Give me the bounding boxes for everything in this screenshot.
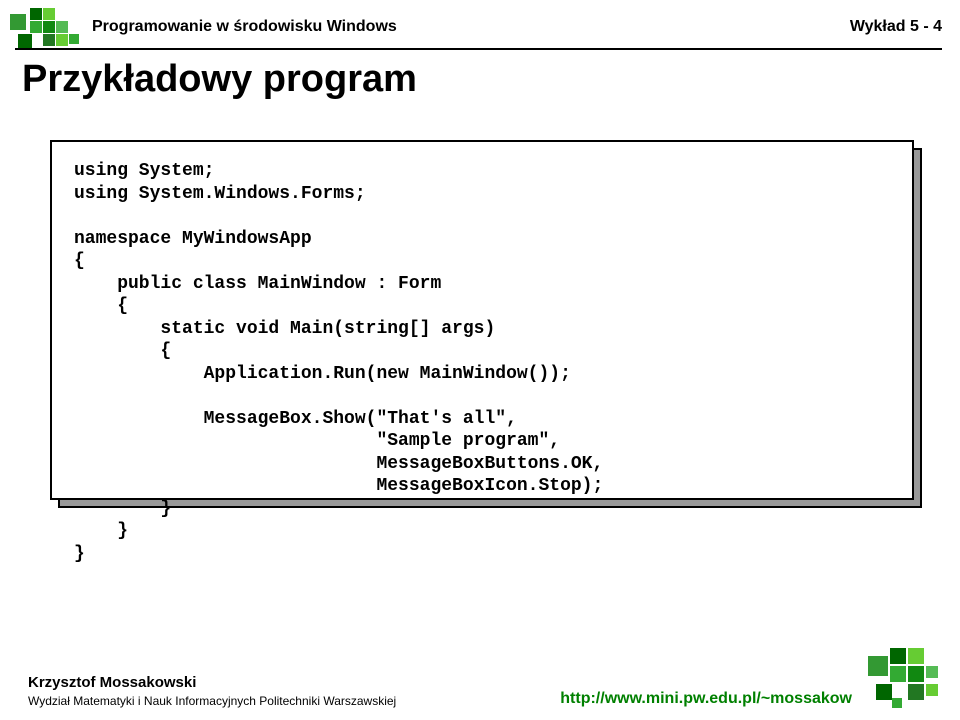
code-content: using System; using System.Windows.Forms… (50, 140, 914, 500)
lecture-label: Wykład 5 - 4 (850, 18, 942, 36)
header-divider (15, 48, 942, 50)
course-title: Programowanie w środowisku Windows (92, 18, 850, 36)
code-block: using System; using System.Windows.Forms… (50, 140, 914, 500)
slide-header: Programowanie w środowisku Windows Wykła… (10, 8, 942, 46)
author-affiliation: Wydział Matematyki i Nauk Informacyjnych… (28, 694, 560, 708)
slide-footer: Krzysztof Mossakowski Wydział Matematyki… (28, 648, 942, 708)
footer-link[interactable]: http://www.mini.pw.edu.pl/~mossakow (560, 690, 852, 707)
footer-url[interactable]: http://www.mini.pw.edu.pl/~mossakow (560, 690, 852, 708)
footer-logo (862, 648, 942, 708)
header-logo (10, 8, 86, 46)
author-name: Krzysztof Mossakowski (28, 674, 560, 691)
slide-title: Przykładowy program (22, 58, 417, 101)
